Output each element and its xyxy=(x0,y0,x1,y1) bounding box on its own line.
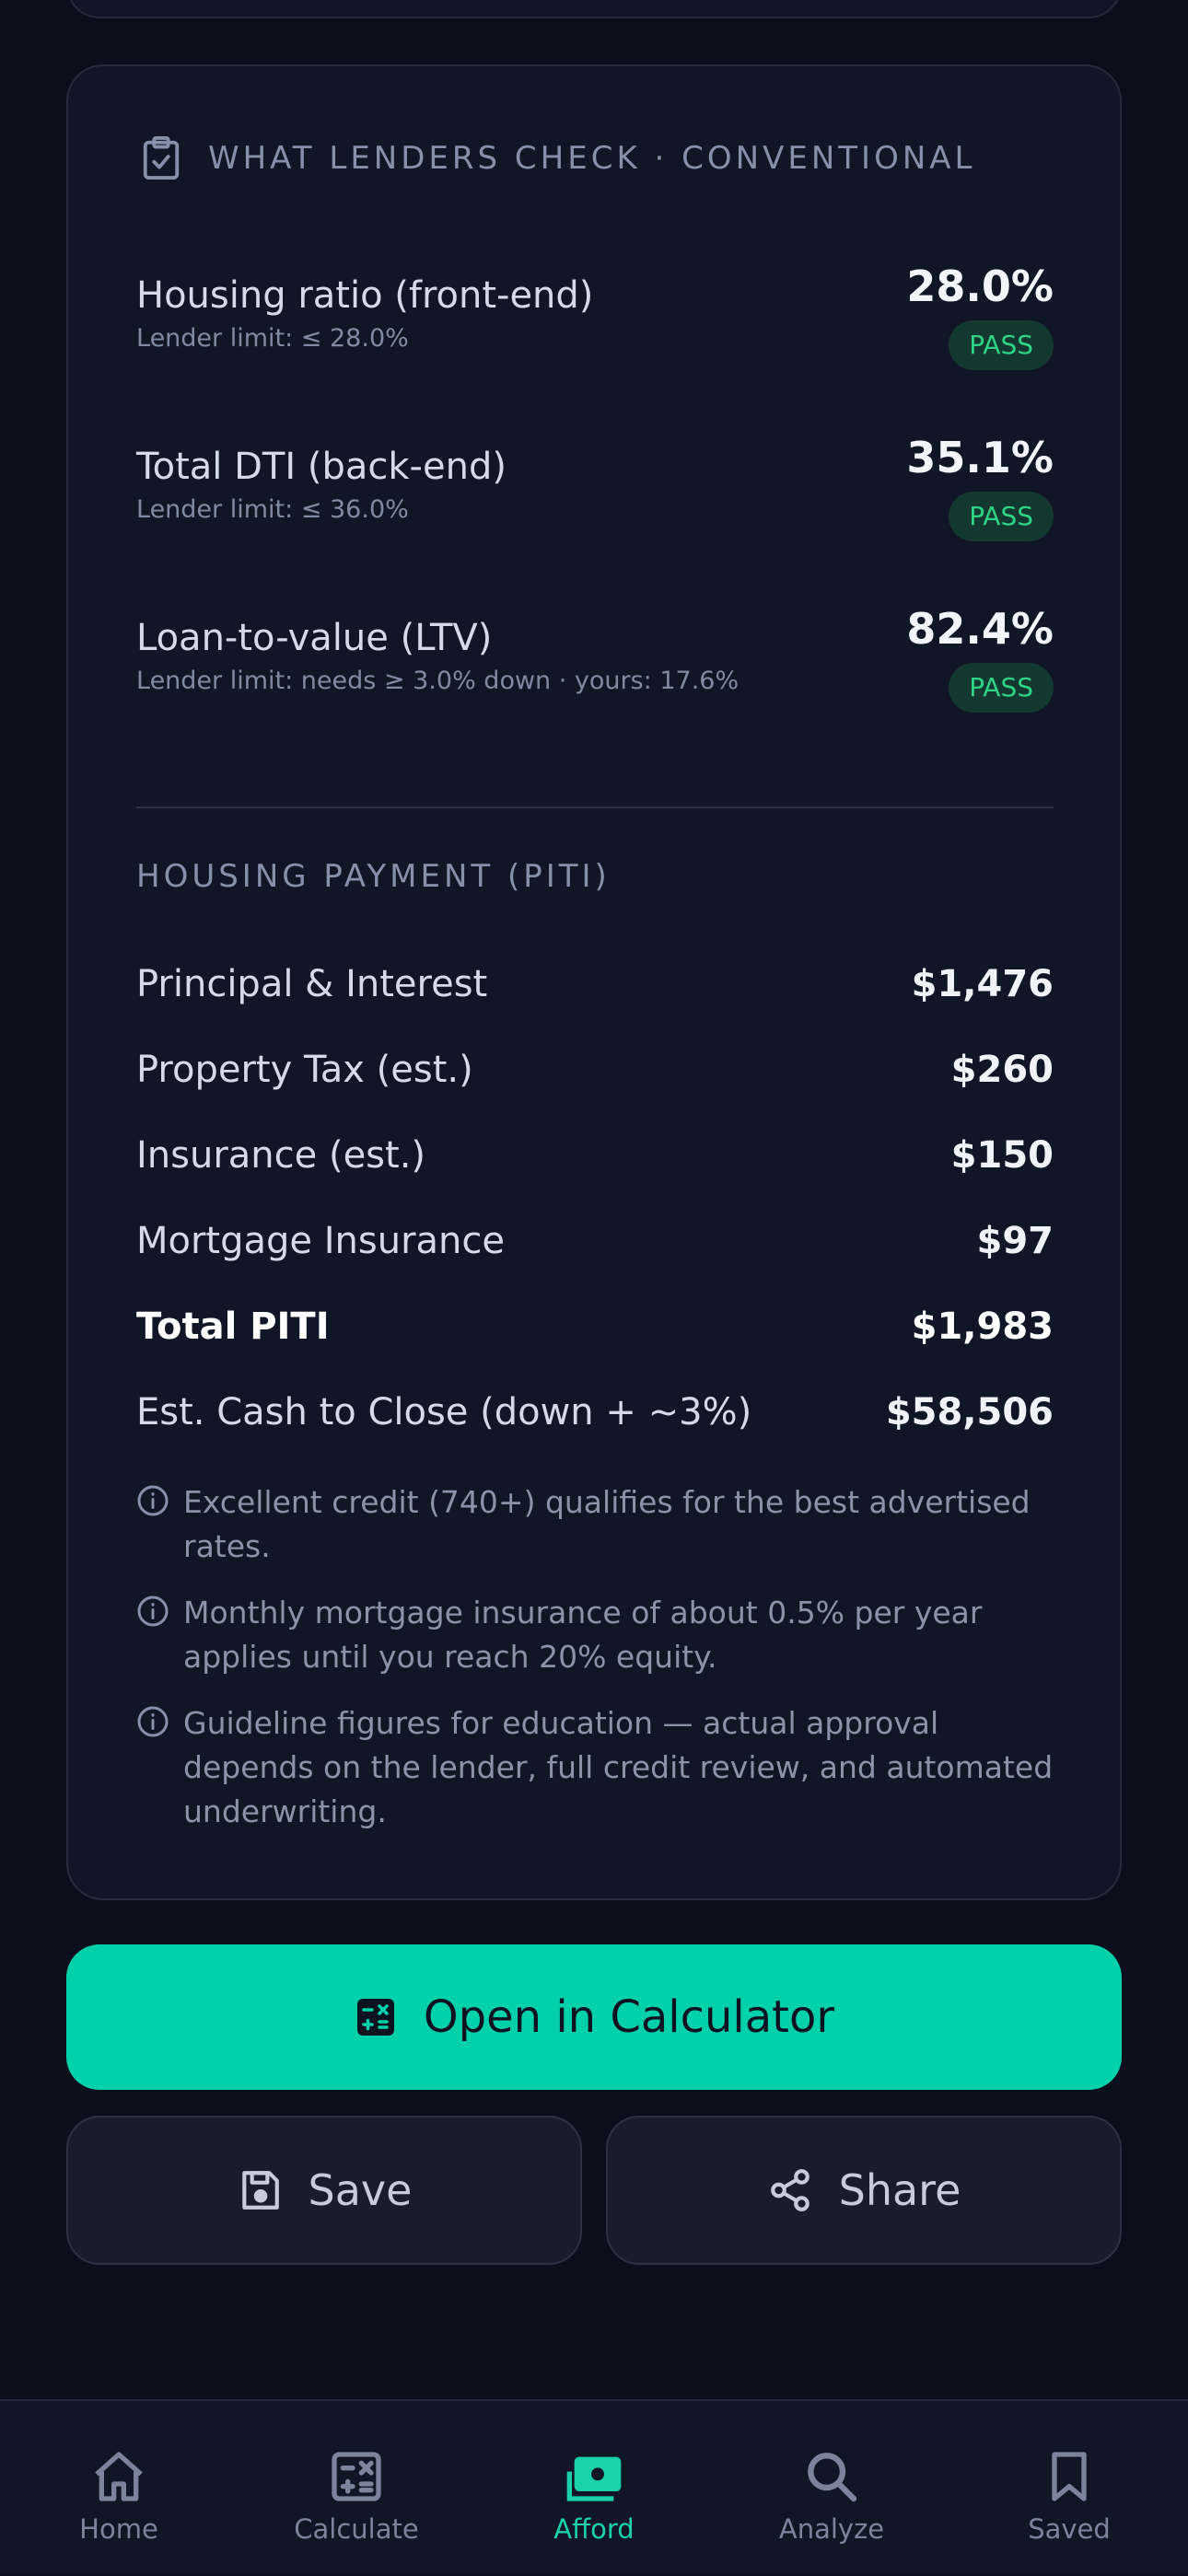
piti-row-principal-interest: Principal & Interest $1,476 xyxy=(136,959,1054,1015)
piti-label: Est. Cash to Close (down + ~3%) xyxy=(136,1391,752,1433)
note-guideline: Guideline figures for education — actual… xyxy=(136,1701,1054,1834)
save-label: Save xyxy=(308,2165,413,2215)
check-label: Loan-to-value (LTV) xyxy=(136,617,493,659)
check-row-total-dti: Total DTI (back-end) Lender limit: ≤ 36.… xyxy=(136,433,1054,543)
tab-analyze[interactable]: Analyze xyxy=(713,2401,950,2576)
open-in-calculator-button[interactable]: Open in Calculator xyxy=(66,1944,1122,2090)
status-badge: PASS xyxy=(949,663,1054,713)
note-credit: Excellent credit (740+) qualifies for th… xyxy=(136,1480,1054,1569)
note-text: Excellent credit (740+) qualifies for th… xyxy=(183,1484,1031,1564)
info-icon xyxy=(137,1595,169,1627)
piti-total-value: $1,983 xyxy=(911,1305,1054,1348)
previous-card-edge xyxy=(66,0,1122,18)
info-icon xyxy=(137,1485,169,1516)
note-mortgage-insurance: Monthly mortgage insurance of about 0.5%… xyxy=(136,1591,1054,1679)
cash-icon xyxy=(566,2456,622,2501)
info-icon xyxy=(137,1706,169,1737)
home-icon xyxy=(95,2452,143,2501)
note-text: Monthly mortgage insurance of about 0.5%… xyxy=(183,1595,983,1675)
check-row-housing-ratio: Housing ratio (front-end) Lender limit: … xyxy=(136,261,1054,372)
piti-title: HOUSING PAYMENT (PITI) xyxy=(136,858,611,895)
lenders-check-title: WHAT LENDERS CHECK · CONVENTIONAL xyxy=(208,140,976,177)
open-in-calculator-label: Open in Calculator xyxy=(423,1991,835,2043)
share-label: Share xyxy=(838,2165,961,2215)
note-text: Guideline figures for education — actual… xyxy=(183,1705,1054,1829)
calculator-icon xyxy=(332,2452,381,2501)
tab-label: Home xyxy=(79,2513,158,2545)
bookmark-icon xyxy=(1052,2452,1087,2501)
piti-row-insurance: Insurance (est.) $150 xyxy=(136,1131,1054,1186)
search-icon xyxy=(808,2453,857,2502)
share-icon xyxy=(770,2169,809,2211)
check-limit: Lender limit: needs ≥ 3.0% down · yours:… xyxy=(136,667,740,695)
status-badge: PASS xyxy=(949,320,1054,370)
check-row-ltv: Loan-to-value (LTV) Lender limit: needs … xyxy=(136,604,1054,714)
piti-row-mortgage-insurance: Mortgage Insurance $97 xyxy=(136,1216,1054,1271)
tab-label: Saved xyxy=(1028,2513,1111,2545)
tab-home[interactable]: Home xyxy=(0,2401,238,2576)
piti-total-label: Total PITI xyxy=(136,1305,330,1348)
lenders-check-card: WHAT LENDERS CHECK · CONVENTIONAL Housin… xyxy=(66,64,1122,1900)
piti-value: $260 xyxy=(950,1049,1054,1091)
piti-label: Insurance (est.) xyxy=(136,1134,426,1177)
save-button[interactable]: Save xyxy=(66,2116,582,2265)
check-limit: Lender limit: ≤ 28.0% xyxy=(136,324,409,353)
check-label: Total DTI (back-end) xyxy=(136,446,507,488)
piti-label: Principal & Interest xyxy=(136,963,488,1005)
tab-label: Afford xyxy=(553,2513,635,2545)
piti-row-cash-to-close: Est. Cash to Close (down + ~3%) $58,506 xyxy=(136,1387,1054,1443)
piti-row-total: Total PITI $1,983 xyxy=(136,1302,1054,1357)
calculator-icon xyxy=(356,1999,394,2036)
tab-saved[interactable]: Saved xyxy=(950,2401,1188,2576)
check-value: 35.1% xyxy=(906,433,1054,482)
piti-label: Property Tax (est.) xyxy=(136,1049,473,1091)
share-button[interactable]: Share xyxy=(606,2116,1122,2265)
check-value: 82.4% xyxy=(906,604,1054,654)
piti-value: $97 xyxy=(976,1220,1054,1262)
check-label: Housing ratio (front-end) xyxy=(136,274,594,317)
piti-value: $1,476 xyxy=(911,963,1054,1005)
bottom-tab-bar: Home Calculate Afford Analyze Saved xyxy=(0,2399,1188,2574)
tab-calculate[interactable]: Calculate xyxy=(238,2401,475,2576)
check-limit: Lender limit: ≤ 36.0% xyxy=(136,495,409,524)
tab-label: Analyze xyxy=(778,2513,885,2545)
floppy-disk-icon xyxy=(241,2171,279,2210)
status-badge: PASS xyxy=(949,492,1054,541)
section-divider xyxy=(136,806,1054,808)
piti-label: Mortgage Insurance xyxy=(136,1220,505,1262)
piti-value: $58,506 xyxy=(885,1391,1054,1433)
piti-value: $150 xyxy=(950,1134,1054,1177)
lenders-check-header: WHAT LENDERS CHECK · CONVENTIONAL xyxy=(140,134,975,182)
piti-row-property-tax: Property Tax (est.) $260 xyxy=(136,1045,1054,1100)
check-value: 28.0% xyxy=(906,261,1054,311)
tab-afford[interactable]: Afford xyxy=(475,2401,713,2576)
tab-label: Calculate xyxy=(294,2513,419,2545)
clipboard-check-icon xyxy=(143,136,180,180)
